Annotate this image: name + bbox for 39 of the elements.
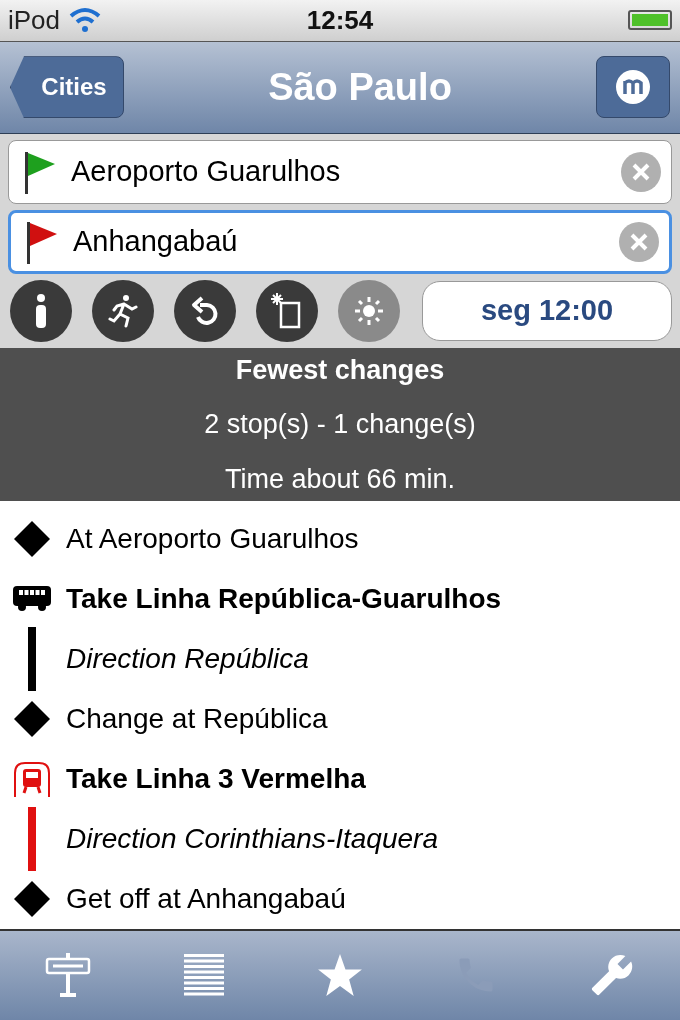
diamond-icon (14, 880, 50, 917)
screen-title: São Paulo (268, 64, 452, 110)
location-field[interactable]: Aeroporto Guarulhos (8, 139, 672, 204)
device-name: iPod (8, 3, 61, 37)
step-text: Take Linha 3 Vermelha (66, 761, 366, 796)
wifi-icon (68, 7, 103, 34)
step-text: Get off at Anhangabaú (66, 881, 346, 916)
signpost-icon (45, 953, 91, 998)
wrench-icon (590, 953, 634, 998)
step-text: Change at República (66, 701, 328, 736)
metro-logo-icon (615, 69, 651, 106)
clear-icon[interactable] (621, 151, 661, 192)
diamond-icon (14, 520, 50, 557)
step-text: Direction República (66, 641, 309, 676)
step-text: At Aeroporto Guarulhos (66, 521, 359, 556)
running-figure-icon (108, 293, 138, 328)
star-icon (318, 954, 362, 997)
metro-button[interactable] (596, 56, 670, 119)
summary-stops: 2 stop(s) - 1 change(s) (204, 408, 476, 442)
time-button[interactable]: seg 12:00 (422, 280, 672, 341)
train-icon (13, 760, 51, 797)
undo-arrow-icon (190, 294, 220, 327)
location-field[interactable]: Anhangabaú (8, 209, 672, 274)
step-text: Direction Corinthians-Itaquera (66, 821, 438, 856)
location-text: Anhangabaú (73, 224, 239, 260)
bus-icon (13, 585, 51, 612)
new-page-icon (271, 292, 303, 329)
list-icon (184, 954, 224, 997)
clear-icon[interactable] (619, 221, 659, 262)
step-text: Take Linha República-Guarulhos (66, 581, 502, 616)
info-icon (34, 293, 48, 328)
summary-time: Time about 66 min. (224, 462, 456, 496)
sun-icon (354, 295, 384, 326)
summary-title: Fewest changes (235, 353, 445, 387)
clock: 12:54 (306, 3, 374, 37)
back-button[interactable]: Cities (10, 56, 124, 119)
location-text: Aeroporto Guarulhos (71, 154, 342, 190)
battery-icon (628, 10, 672, 31)
diamond-icon (14, 700, 50, 737)
